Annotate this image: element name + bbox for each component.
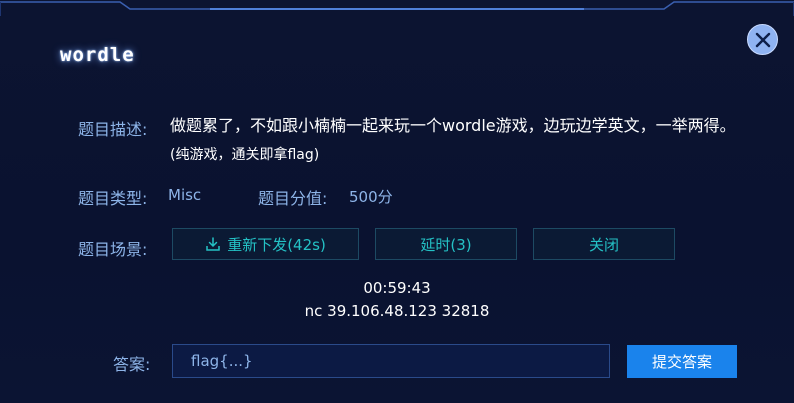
challenge-dialog: wordle 题目描述: 做题累了，不如跟小楠楠一起来玩一个wordle游戏，边… (0, 0, 794, 403)
answer-input[interactable] (172, 344, 610, 378)
close-icon (755, 32, 770, 47)
redeploy-label: 重新下发(42s) (227, 235, 326, 254)
category-label: 题目类型: (78, 189, 148, 208)
close-button[interactable] (747, 24, 778, 55)
extend-button[interactable]: 延时(3) (375, 228, 517, 260)
category-value: Misc (168, 186, 202, 204)
description-body: 做题累了，不如跟小楠楠一起来玩一个wordle游戏，边玩边学英文，一举两得。 (170, 116, 736, 135)
close-scene-label: 关闭 (588, 235, 619, 254)
extend-label: 延时(3) (420, 235, 472, 254)
submit-answer-button[interactable]: 提交答案 (627, 345, 737, 378)
dialog-top-decoration (0, 1, 794, 16)
countdown-timer: 00:59:43 (363, 279, 431, 297)
answer-label: 答案: (113, 355, 151, 374)
score-value: 500分 (349, 188, 393, 206)
scene-address: nc 39.106.48.123 32818 (304, 302, 490, 320)
scene-label: 题目场景: (78, 240, 148, 259)
submit-answer-label: 提交答案 (651, 354, 712, 371)
dialog-title: wordle (60, 44, 135, 66)
download-icon (205, 236, 221, 252)
redeploy-button[interactable]: 重新下发(42s) (172, 228, 359, 260)
close-scene-button[interactable]: 关闭 (533, 228, 675, 260)
description-note: (纯游戏，通关即拿flag) (170, 147, 320, 163)
description-label: 题目描述: (78, 120, 148, 139)
score-label: 题目分值: (258, 189, 328, 208)
description-text: 做题累了，不如跟小楠楠一起来玩一个wordle游戏，边玩边学英文，一举两得。 (… (170, 112, 745, 169)
